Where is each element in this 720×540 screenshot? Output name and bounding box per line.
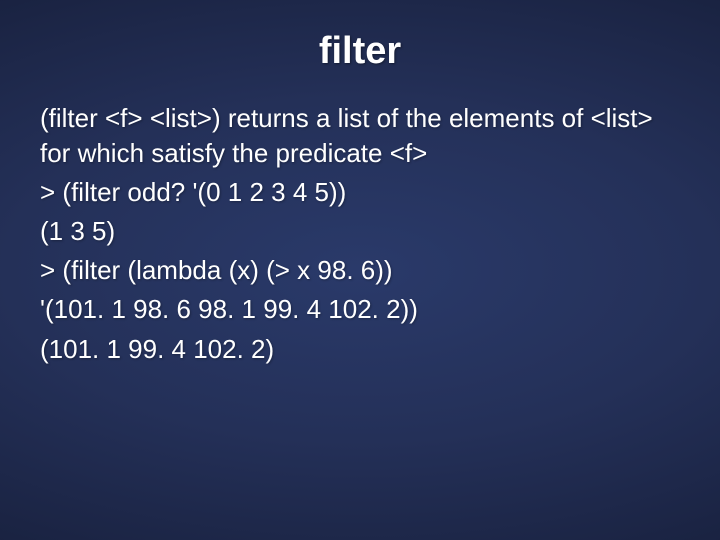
code-line-5: (101. 1 99. 4 102. 2) [40,332,680,367]
slide-body: (filter <f> <list>) returns a list of th… [40,101,680,367]
code-line-4: '(101. 1 98. 6 98. 1 99. 4 102. 2)) [40,292,680,327]
code-line-1: > (filter odd? '(0 1 2 3 4 5)) [40,175,680,210]
description: (filter <f> <list>) returns a list of th… [40,101,680,171]
slide: filter (filter <f> <list>) returns a lis… [0,0,720,540]
code-line-2: (1 3 5) [40,214,680,249]
code-line-3: > (filter (lambda (x) (> x 98. 6)) [40,253,680,288]
slide-title: filter [40,30,680,73]
